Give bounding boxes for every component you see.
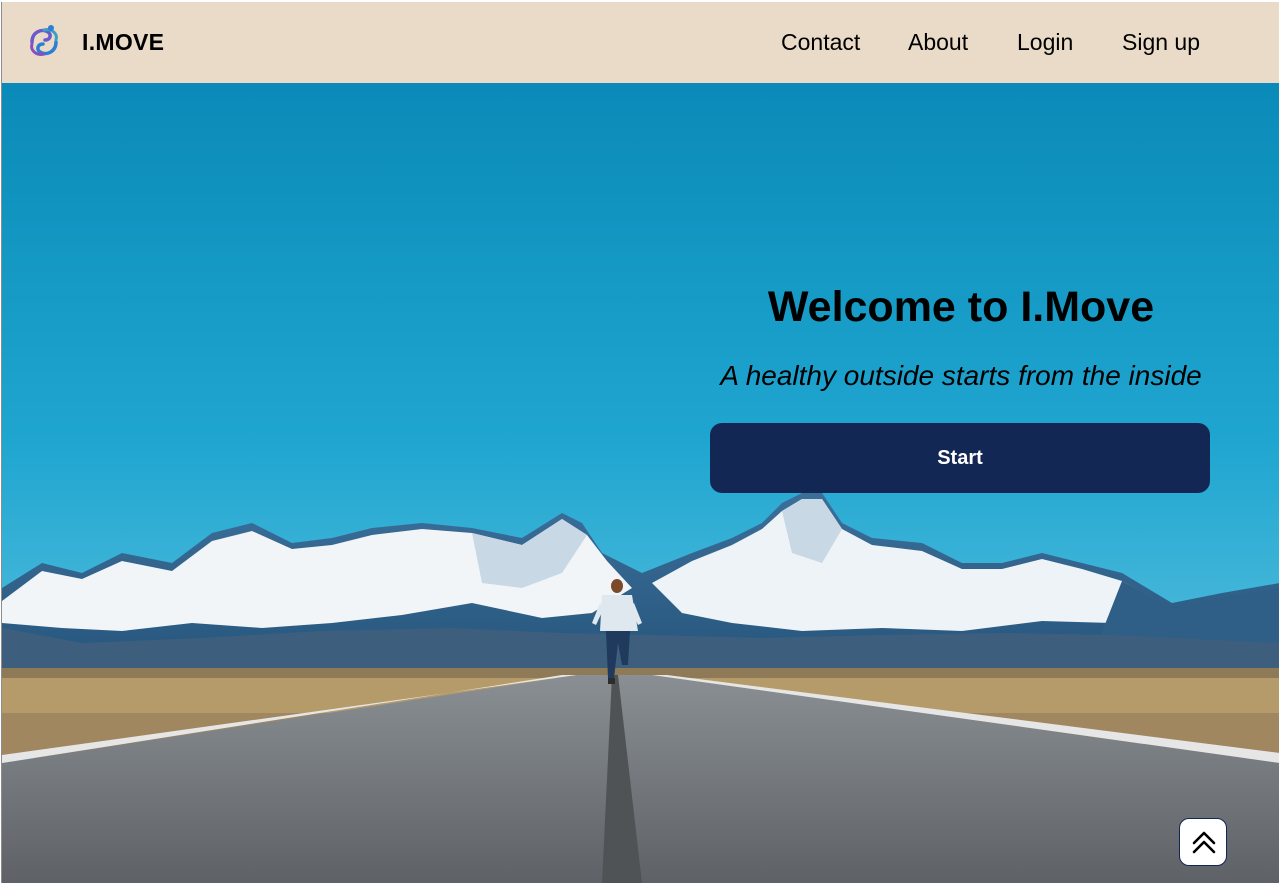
hero-subtitle: A healthy outside starts from the inside bbox=[720, 360, 1202, 391]
nav-link-contact[interactable]: Contact bbox=[781, 29, 860, 56]
start-button[interactable]: Start bbox=[710, 423, 1210, 493]
hero-content: Welcome to I.Move A healthy outside star… bbox=[702, 278, 1220, 493]
top-navbar: I.MOVE Contact About Login Sign up bbox=[2, 2, 1279, 83]
double-chevron-up-icon bbox=[1192, 831, 1216, 854]
page-frame: I.MOVE Contact About Login Sign up Welco… bbox=[1, 2, 1279, 883]
scroll-to-top-button[interactable] bbox=[1179, 818, 1227, 866]
nav-links: Contact About Login Sign up bbox=[2, 29, 1279, 59]
hero-section: Welcome to I.Move A healthy outside star… bbox=[2, 83, 1279, 883]
nav-link-sign-up[interactable]: Sign up bbox=[1122, 29, 1200, 56]
hero-title: Welcome to I.Move bbox=[767, 283, 1155, 331]
nav-link-login[interactable]: Login bbox=[1017, 29, 1073, 56]
nav-link-about[interactable]: About bbox=[908, 29, 968, 56]
